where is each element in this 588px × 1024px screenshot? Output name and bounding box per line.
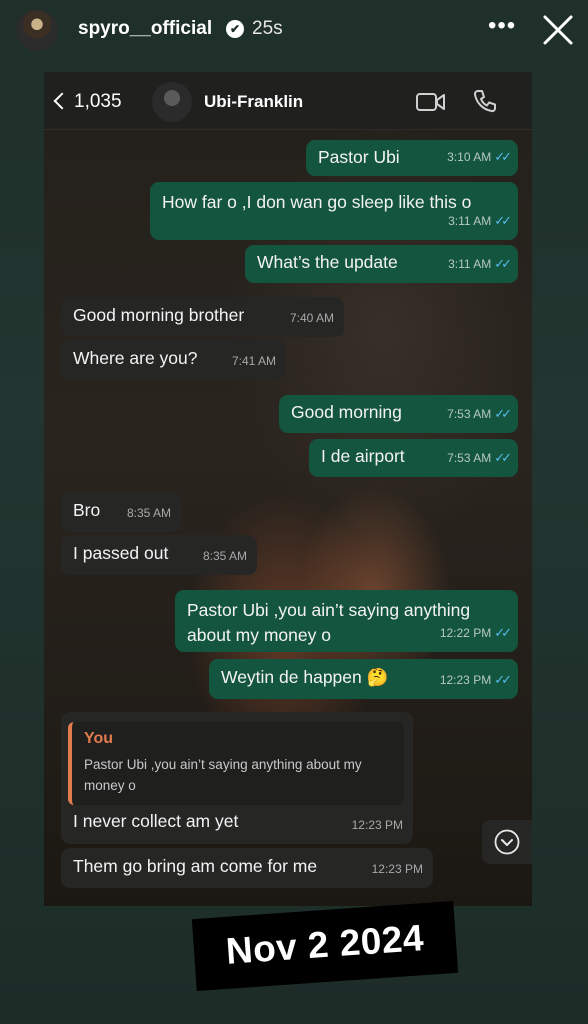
back-button[interactable]: 1,035 [53,90,122,113]
read-ticks-icon: ✓✓ [494,149,512,164]
message-bubble[interactable]: How far o ,I don wan go sleep like this … [150,182,518,240]
quoted-author: You [84,730,114,747]
close-icon[interactable] [540,12,576,48]
message-meta: 3:11 AM ✓✓ [448,251,512,277]
message-text: What’s the update [257,252,398,272]
message-bubble[interactable]: I passed out 8:35 AM [61,535,257,575]
read-ticks-icon: ✓✓ [494,625,512,640]
message-time: 8:35 AM [126,506,171,520]
contact-name[interactable]: Ubi-Franklin [204,92,303,112]
story-header: spyro__official ✔ 25s ••• [0,0,588,62]
message-bubble[interactable]: Pastor Ubi 3:10 AM ✓✓ [306,140,518,176]
phone-icon[interactable] [472,88,498,114]
message-meta: 7:53 AM ✓✓ [447,445,512,471]
more-icon[interactable]: ••• [488,14,516,38]
message-time: 3:11 AM [448,214,492,228]
message-text: I never collect am yet [73,811,239,831]
message-text: Bro [73,500,101,520]
chat-header: 1,035 Ubi-Franklin [44,72,532,130]
story-time-ago: 25s [252,18,283,39]
message-bubble[interactable]: Where are you? 7:41 AM [61,340,286,380]
message-text: I passed out [73,543,169,563]
message-time: 7:53 AM [447,407,492,421]
message-text: Them go bring am come for me [73,856,318,876]
message-time: 7:41 AM [231,354,276,368]
verified-icon: ✔ [226,20,244,38]
story-username[interactable]: spyro__official [78,18,212,40]
message-meta: 12:22 PM ✓✓ [439,620,512,646]
message-time: 12:22 PM [439,626,492,640]
chevron-down-icon [494,829,520,855]
read-ticks-icon: ✓✓ [494,406,512,421]
message-bubble[interactable]: Weytin de happen 🤔 12:23 PM ✓✓ [209,659,518,699]
scroll-to-bottom-button[interactable] [482,820,532,864]
read-ticks-icon: ✓✓ [494,450,512,465]
message-bubble[interactable]: Good morning brother 7:40 AM [61,297,344,337]
message-time: 3:10 AM [447,150,492,164]
message-bubble[interactable]: Them go bring am come for me 12:23 PM [61,848,433,888]
unread-count: 1,035 [74,91,122,112]
read-ticks-icon: ✓✓ [494,213,512,228]
message-meta: 7:53 AM ✓✓ [447,401,512,427]
message-time: 3:11 AM [448,257,492,271]
message-text: Where are you? [73,348,198,368]
message-bubble[interactable]: Pastor Ubi ,you ain’t saying anything ab… [175,590,518,652]
quoted-text: Pastor Ubi ,you ain’t saying anything ab… [84,757,362,793]
contact-avatar[interactable] [152,82,192,122]
message-time: 7:53 AM [447,451,492,465]
message-text: How far o ,I don wan go sleep like this … [162,192,472,212]
quoted-message[interactable]: You Pastor Ubi ,you ain’t saying anythin… [68,722,404,805]
message-time: 8:35 AM [202,549,247,563]
video-call-icon[interactable] [416,92,446,112]
message-bubble[interactable]: Good morning 7:53 AM ✓✓ [279,395,518,433]
message-text: Good morning [291,402,402,422]
read-ticks-icon: ✓✓ [494,672,512,687]
message-text: I de airport [321,446,405,466]
message-time: 12:23 PM [439,673,492,687]
message-bubble[interactable]: Bro 8:35 AM [61,492,181,532]
message-meta: 3:11 AM ✓✓ [448,208,512,234]
message-text: Weytin de happen 🤔 [221,667,389,687]
message-bubble[interactable]: I de airport 7:53 AM ✓✓ [309,439,518,477]
message-time: 12:23 PM [371,862,423,876]
message-meta: 3:10 AM ✓✓ [447,144,512,170]
chat-screenshot: 1,035 Ubi-Franklin Pastor Ubi 3:10 AM ✓✓ … [44,72,532,906]
message-time: 12:23 PM [351,818,403,832]
message-bubble[interactable]: What’s the update 3:11 AM ✓✓ [245,245,518,283]
back-chevron-icon [53,92,71,110]
message-text: Pastor Ubi [318,147,400,167]
message-time: 7:40 AM [289,311,334,325]
date-sticker[interactable]: Nov 2 2024 [191,900,459,992]
message-meta: 12:23 PM ✓✓ [439,667,512,693]
story-avatar[interactable] [16,9,58,51]
date-sticker-text: Nov 2 2024 [224,917,426,972]
read-ticks-icon: ✓✓ [494,256,512,271]
message-text: Good morning brother [73,305,245,325]
